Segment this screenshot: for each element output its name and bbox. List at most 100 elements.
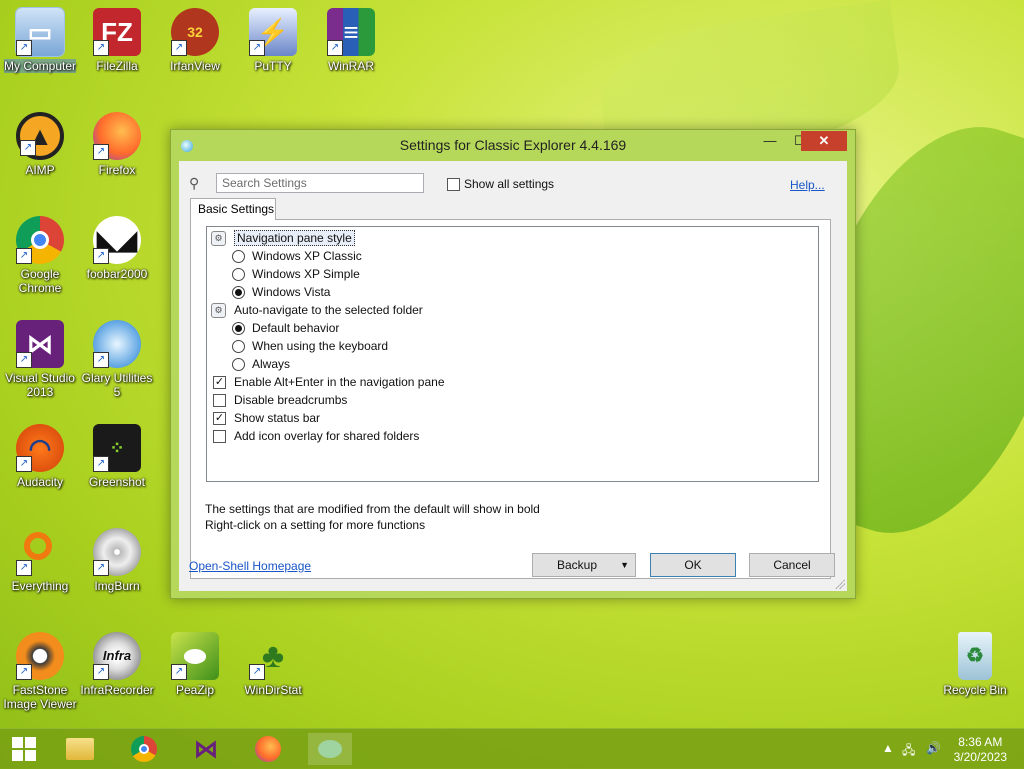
desktop-icon-label: foobar2000 [86, 267, 148, 281]
close-button[interactable]: ✕ [801, 131, 847, 151]
setting-disable-breadcrumbs[interactable]: Disable breadcrumbs [213, 391, 347, 409]
volume-icon[interactable]: 🔊 [926, 741, 941, 755]
desktop-icon-visual-studio[interactable]: ⋈ ↗ Visual Studio 2013 [0, 320, 80, 399]
option-when-using-keyboard[interactable]: When using the keyboard [232, 337, 388, 355]
title-bar[interactable]: Settings for Classic Explorer 4.4.169 — … [171, 130, 855, 160]
desktop-icon-label: Visual Studio 2013 [5, 371, 75, 399]
tab-basic-settings[interactable]: Basic Settings [190, 198, 276, 220]
backup-button[interactable]: Backup ▼ [532, 553, 636, 577]
option-always[interactable]: Always [232, 355, 290, 373]
backup-label: Backup [557, 558, 598, 572]
search-input[interactable] [216, 173, 424, 193]
network-icon[interactable]: 🖧 [902, 741, 915, 762]
setting-show-status-bar[interactable]: ✓ Show status bar [213, 409, 320, 427]
radio-button[interactable] [232, 358, 245, 372]
desktop-icon-everything[interactable]: ↗ Everything [0, 528, 80, 593]
desktop-icon-windirstat[interactable]: ♣ ↗ WinDirStat [233, 632, 313, 697]
desktop-icon-aimp[interactable]: ▲ ↗ AIMP [0, 112, 80, 177]
cancel-button[interactable]: Cancel [749, 553, 835, 577]
desktop-icon-label: PeaZip [175, 683, 215, 697]
close-icon: ✕ [818, 133, 830, 148]
taskbar-classic-explorer-settings[interactable] [308, 733, 352, 765]
setting-label: Disable breadcrumbs [234, 393, 348, 407]
foobar-icon: ◣◢ ↗ [93, 216, 141, 264]
taskbar-visual-studio[interactable]: ⋈ [184, 733, 228, 765]
open-shell-homepage-link[interactable]: Open-Shell Homepage [189, 559, 311, 573]
info-line: The settings that are modified from the … [205, 502, 540, 516]
checkbox[interactable] [213, 430, 226, 444]
radio-button-selected[interactable] [232, 286, 245, 300]
show-all-settings-checkbox[interactable]: Show all settings [447, 177, 554, 192]
option-label: When using the keyboard [252, 339, 389, 353]
filezilla-icon: FZ ↗ [93, 8, 141, 56]
setting-label: Add icon overlay for shared folders [234, 429, 420, 443]
classic-shell-icon [318, 740, 342, 758]
desktop-icon-label: Audacity [16, 475, 64, 489]
radio-button-selected[interactable] [232, 322, 245, 336]
search-icon: ⚲ [189, 175, 200, 191]
radio-button[interactable] [232, 250, 245, 264]
checkbox-box[interactable] [447, 178, 460, 192]
option-label: Always [252, 357, 291, 371]
option-windows-xp-classic[interactable]: Windows XP Classic [232, 247, 362, 265]
resize-grip[interactable] [835, 579, 845, 589]
desktop-icon-peazip[interactable]: ⬬ ↗ PeaZip [155, 632, 235, 697]
desktop-icon-greenshot[interactable]: ⁘ ↗ Greenshot [77, 424, 157, 489]
desktop-icon-irfanview[interactable]: 32 ↗ IrfanView [155, 8, 235, 73]
aimp-icon: ▲ ↗ [16, 112, 64, 160]
desktop-icon-label: IrfanView [170, 59, 220, 73]
desktop-icon-label: Google Chrome [18, 267, 62, 295]
show-hidden-icons-icon[interactable]: ▲ [882, 741, 894, 755]
checkbox-checked[interactable]: ✓ [213, 376, 226, 390]
desktop-icon-label: FastStone Image Viewer [3, 683, 77, 711]
desktop-icon-label: Glary Utilities 5 [81, 371, 153, 399]
option-windows-vista[interactable]: Windows Vista [232, 283, 330, 301]
desktop-icon-infrarecorder[interactable]: Infra ↗ InfraRecorder [77, 632, 157, 697]
checkbox-checked[interactable]: ✓ [213, 412, 226, 426]
desktop-icon-winrar[interactable]: ≡ ↗ WinRAR [311, 8, 391, 73]
desktop-icon-recycle-bin[interactable]: ♻ Recycle Bin [935, 632, 1015, 697]
start-button[interactable] [2, 733, 46, 765]
info-text: The settings that are modified from the … [205, 501, 540, 533]
firefox-icon [255, 736, 281, 762]
desktop-icon-foobar2000[interactable]: ◣◢ ↗ foobar2000 [77, 216, 157, 281]
desktop-icon-label: FileZilla [96, 59, 138, 73]
option-windows-xp-simple[interactable]: Windows XP Simple [232, 265, 360, 283]
option-default-behavior[interactable]: Default behavior [232, 319, 339, 337]
settings-dialog: Settings for Classic Explorer 4.4.169 — … [170, 129, 856, 599]
radio-button[interactable] [232, 340, 245, 354]
desktop-icon-label: Greenshot [88, 475, 146, 489]
setting-add-icon-overlay[interactable]: Add icon overlay for shared folders [213, 427, 419, 445]
desktop-icon-label: PuTTY [254, 59, 292, 73]
desktop-icon-firefox[interactable]: ↗ Firefox [77, 112, 157, 177]
taskbar-chrome[interactable] [122, 733, 166, 765]
help-link[interactable]: Help... [790, 178, 825, 192]
radio-button[interactable] [232, 268, 245, 282]
checkbox[interactable] [213, 394, 226, 408]
clock-date: 3/20/2023 [953, 750, 1007, 764]
desktop-icon-imgburn[interactable]: ↗ ImgBurn [77, 528, 157, 593]
desktop-icon-glary-utilities[interactable]: ↗ Glary Utilities 5 [77, 320, 157, 399]
desktop-icon-filezilla[interactable]: FZ ↗ FileZilla [77, 8, 157, 73]
setting-auto-navigate[interactable]: ⚙ Auto-navigate to the selected folder [211, 301, 423, 319]
firefox-icon: ↗ [93, 112, 141, 160]
windows-logo-icon [12, 737, 36, 761]
minimize-button[interactable]: — [753, 131, 787, 151]
setting-enable-alt-enter[interactable]: ✓ Enable Alt+Enter in the navigation pane [213, 373, 445, 391]
desktop-icon-my-computer[interactable]: ▭ ↗ My Computer [0, 7, 80, 73]
desktop-icon-faststone[interactable]: ↗ FastStone Image Viewer [0, 632, 80, 711]
desktop-icon-label: My Computer [3, 59, 77, 73]
desktop-icon-label: WinDirStat [244, 683, 302, 697]
desktop-icon-audacity[interactable]: ◠ ↗ Audacity [0, 424, 80, 489]
desktop-icon-label: Recycle Bin [943, 683, 1007, 697]
ok-button[interactable]: OK [650, 553, 736, 577]
desktop-icon-label: ImgBurn [94, 579, 140, 593]
setting-navigation-pane-style[interactable]: ⚙ Navigation pane style [211, 229, 355, 247]
clock[interactable]: 8:36 AM 3/20/2023 [954, 735, 1007, 765]
taskbar-firefox[interactable] [246, 733, 290, 765]
desktop-icon-putty[interactable]: ⚡ ↗ PuTTY [233, 8, 313, 73]
desktop-icon-label: InfraRecorder [80, 683, 154, 697]
desktop-icon-google-chrome[interactable]: ↗ Google Chrome [0, 216, 80, 295]
settings-tree[interactable]: ⚙ Navigation pane style Windows XP Classi… [206, 226, 819, 482]
taskbar-file-explorer[interactable] [58, 733, 102, 765]
